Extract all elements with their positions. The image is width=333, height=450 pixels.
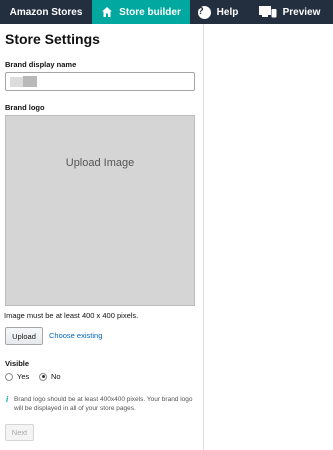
nav-preview[interactable]: Preview: [246, 0, 333, 24]
info-icon: i: [6, 395, 9, 404]
visible-yes-label: Yes: [17, 372, 30, 381]
nav-preview-label: Preview: [282, 6, 321, 18]
visible-yes-option[interactable]: Yes: [5, 372, 29, 381]
devices-icon: [258, 6, 277, 18]
logo-upload-area[interactable]: Upload Image: [5, 115, 195, 306]
home-icon: [101, 6, 113, 18]
choose-existing-link[interactable]: Choose existing: [49, 331, 102, 340]
nav-store-builder-label: Store builder: [119, 6, 181, 18]
nav-help-label: Help: [216, 6, 239, 18]
redacted-name-block: [23, 76, 37, 87]
upload-button[interactable]: Upload: [5, 327, 43, 345]
visible-label: Visible: [5, 359, 30, 368]
image-size-hint: Image must be at least 400 x 400 pixels.: [4, 311, 139, 320]
help-icon: ?: [197, 5, 211, 19]
visible-no-option[interactable]: No: [39, 372, 61, 381]
nav-amazon-stores-label: Amazon Stores: [9, 6, 83, 18]
redacted-name-block: [10, 77, 23, 87]
brand-name-label: Brand display name: [5, 60, 77, 69]
top-navigation: Amazon Stores Store builder ? Help Previ…: [0, 0, 333, 24]
radio-no[interactable]: [39, 372, 47, 381]
brand-name-input[interactable]: [5, 72, 195, 91]
nav-amazon-stores[interactable]: Amazon Stores: [0, 0, 92, 24]
store-canvas: [205, 24, 333, 450]
nav-help[interactable]: ? Help: [190, 0, 246, 24]
visible-no-label: No: [51, 372, 61, 381]
radio-yes[interactable]: [5, 372, 13, 381]
page-title: Store Settings: [5, 31, 100, 47]
logo-info-text: Brand logo should be at least 400x400 pi…: [14, 396, 193, 412]
next-button[interactable]: Next: [5, 424, 34, 441]
brand-logo-label: Brand logo: [5, 103, 45, 112]
upload-placeholder-text: Upload Image: [65, 157, 135, 169]
nav-store-builder[interactable]: Store builder: [92, 0, 190, 24]
